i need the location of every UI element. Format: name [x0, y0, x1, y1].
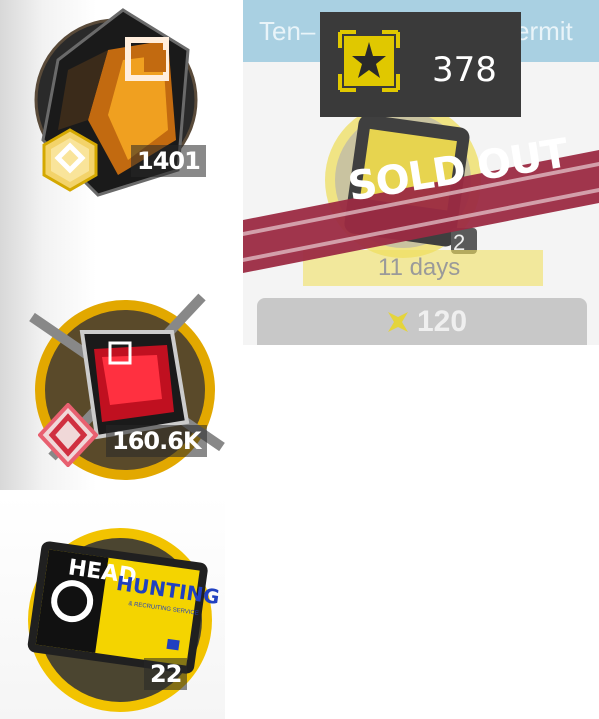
item-count-originium: 1401	[131, 145, 206, 177]
price-value: 120	[417, 305, 468, 338]
item-count-headhunting-permit: 22	[144, 658, 188, 690]
remaining-duration: 11 days	[378, 254, 461, 281]
inventory-panel: 1401 160.6K HEAD HUNTING & RECRUITING SE…	[0, 0, 240, 719]
item-count-red-cube: 160.6K	[106, 425, 207, 457]
ticket-badge-number: 2	[453, 230, 466, 255]
originium-prime-icon	[42, 128, 98, 192]
currency-value: 378	[432, 50, 497, 90]
lmd-diamond-icon	[38, 403, 98, 467]
distinction-certificate-icon	[338, 30, 400, 92]
inventory-item-originium[interactable]: 1401	[28, 0, 208, 205]
inventory-item-red-cube[interactable]: 160.6K	[22, 287, 232, 487]
certificate-currency-icon	[388, 312, 408, 332]
headhunting-permit-icon	[27, 528, 212, 712]
inventory-item-headhunting-permit[interactable]: HEAD HUNTING & RECRUITING SERVICE 22	[20, 520, 221, 715]
